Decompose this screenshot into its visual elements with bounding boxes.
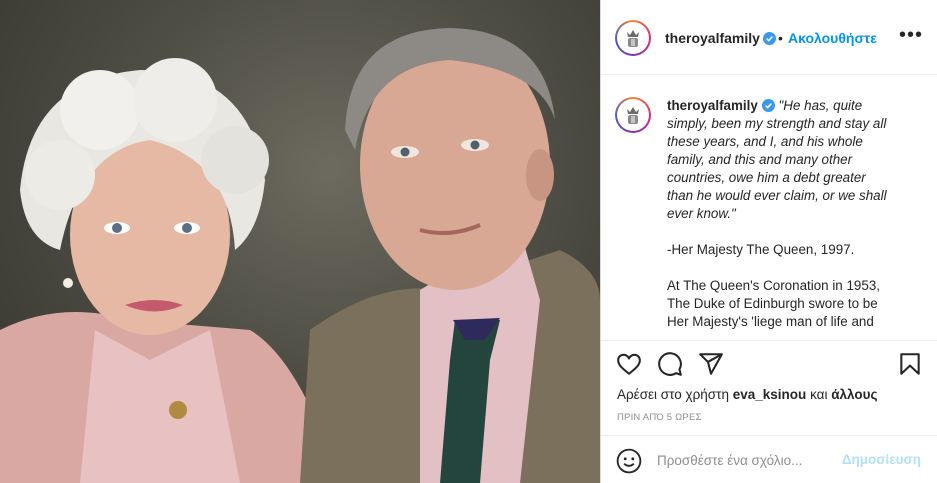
likes-prefix: Αρέσει στο χρήστη [617,387,729,402]
post-comment-button[interactable]: Δημοσίευση [842,452,921,467]
caption-username[interactable]: theroyalfamily [667,98,758,113]
more-options-icon[interactable]: ••• [899,24,923,47]
caption-text: theroyalfamily "He has, quite simply, be… [667,97,917,331]
bookmark-icon[interactable] [897,351,923,377]
post-header: theroyalfamily • Ακολουθήστε ••• [601,0,937,75]
quote-line: these years, and I, and his whole [667,134,863,149]
quote-line: simply, been my strength and stay all [667,116,887,131]
post-side-panel: theroyalfamily • Ακολουθήστε ••• theroya… [600,0,937,483]
likes-user-link[interactable]: eva_ksinou [733,387,807,402]
heart-icon[interactable] [616,351,642,377]
verified-badge-icon [763,32,776,45]
quote-attribution: -Her Majesty The Queen, 1997. [667,242,855,257]
caption-paragraph-line: The Duke of Edinburgh swore to be [667,296,878,311]
caption-paragraph-line: Her Majesty's 'liege man of life and [667,314,874,329]
caption-area: theroyalfamily "He has, quite simply, be… [601,75,937,340]
quote-line: than he would ever claim, or we shall [667,188,887,203]
post-timestamp[interactable]: ΠΡΙΝ ΑΠΌ 5 ΩΡΕΣ [617,412,702,423]
likes-summary: Αρέσει στο χρήστη eva_ksinou και άλλους [617,387,878,402]
quote-line: "He has, quite [778,98,863,113]
action-bar: Αρέσει στο χρήστη eva_ksinou και άλλους … [601,340,937,435]
likes-others-link[interactable]: άλλους [831,387,877,402]
likes-middle: και [810,387,828,402]
verified-badge-icon [761,99,775,112]
avatar[interactable] [615,20,651,56]
quote-line: ever know." [667,206,736,221]
royal-crest-icon [619,24,647,52]
portrait-illustration [0,28,600,483]
follow-button[interactable]: Ακολουθήστε [788,30,877,46]
caption-paragraph-line: At The Queen's Coronation in 1953, [667,278,880,293]
header-username[interactable]: theroyalfamily [665,30,760,46]
share-icon[interactable] [698,351,724,377]
royal-crest-icon [619,101,647,129]
comment-icon[interactable] [657,351,683,377]
quote-line: family, and this and many other [667,152,853,167]
post-photo[interactable] [0,0,600,483]
caption-avatar[interactable] [615,97,651,133]
comment-input[interactable] [655,445,839,475]
emoji-icon[interactable] [616,448,642,474]
comment-bar: Δημοσίευση [601,435,937,483]
separator-dot: • [778,30,783,46]
quote-line: countries, owe him a debt greater [667,170,866,185]
